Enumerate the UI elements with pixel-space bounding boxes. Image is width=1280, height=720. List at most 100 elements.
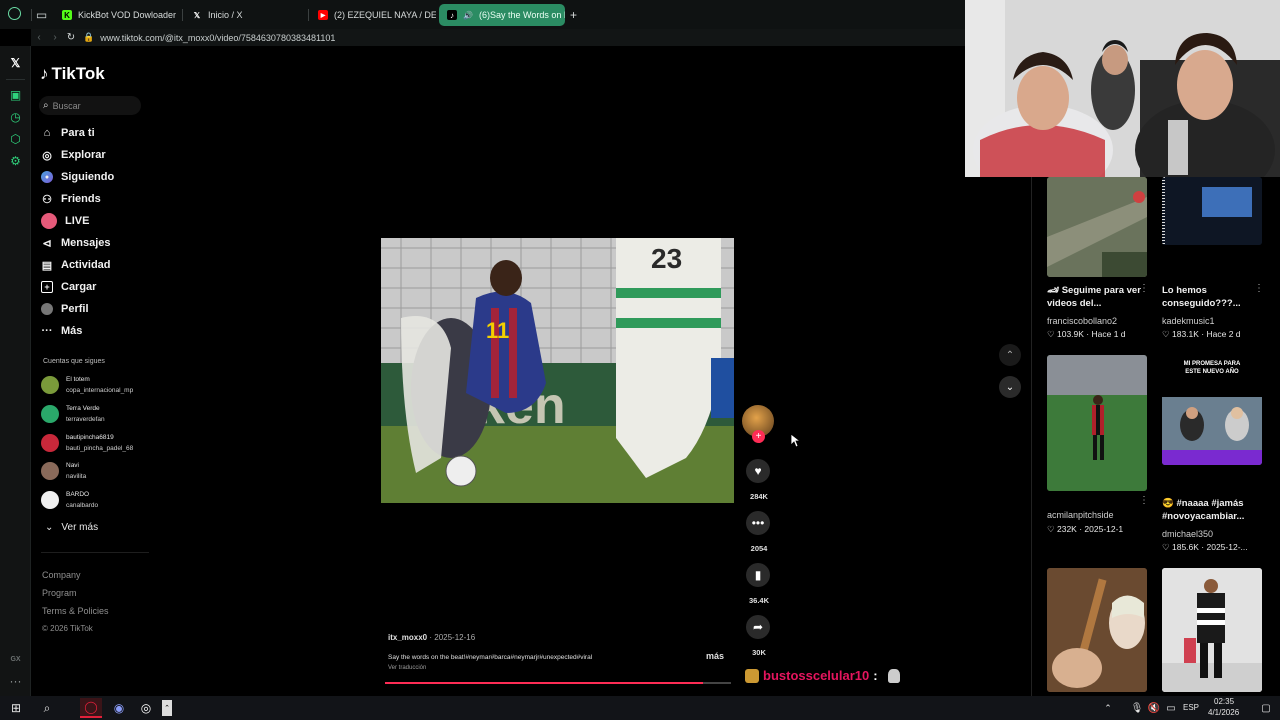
url-field[interactable]: www.tiktok.com/@itx_moxx0/video/75846307…: [100, 33, 335, 43]
rec-meta: ♡ 232K · 2025-12-1: [1047, 524, 1124, 534]
chevron-down-icon: ⌄: [1005, 381, 1015, 393]
tab-kickbot[interactable]: K KickBot VOD Dowloader: [54, 4, 180, 26]
nav-mas[interactable]: ··· Más: [41, 320, 114, 342]
share-button[interactable]: ➦: [746, 615, 770, 639]
pinboard-icon[interactable]: ▣: [8, 87, 23, 102]
footer-program-link[interactable]: Program: [42, 584, 109, 602]
microphone-icon[interactable]: 🎙: [1129, 700, 1145, 716]
caption-more-link[interactable]: más: [706, 651, 724, 661]
rec-video-thumb[interactable]: MI PROMESA PARA ESTE NUEVO AÑO: [1162, 355, 1262, 465]
extensions-icon[interactable]: ⬡: [8, 131, 23, 146]
see-more-button[interactable]: ⌄ Ver más: [45, 522, 98, 533]
rail-more-icon[interactable]: ···: [8, 673, 23, 688]
back-icon[interactable]: ‹: [31, 32, 47, 43]
opera-gx-taskbar-icon[interactable]: ◯: [80, 698, 102, 718]
next-video-button[interactable]: ⌄: [999, 376, 1021, 398]
home-icon: ⌂: [43, 127, 51, 139]
lock-icon[interactable]: 🔒: [83, 32, 94, 43]
chat-emote-icon: [887, 668, 900, 683]
rec-video-thumb[interactable]: [1162, 568, 1262, 692]
like-button[interactable]: ♥: [746, 459, 770, 483]
address-bar: ‹ › ↻ 🔒 www.tiktok.com/@itx_moxx0/video/…: [31, 29, 965, 46]
following-account[interactable]: BARDO canalbardo: [41, 488, 98, 512]
rec-options-icon[interactable]: ⋮: [1254, 283, 1264, 294]
rec-video-thumb[interactable]: [1047, 177, 1147, 277]
rec-title[interactable]: 😎 #naaaa #jamás #novoyacambiar...: [1162, 497, 1262, 523]
x-logo-icon: 𝕏: [193, 10, 201, 20]
tab-youtube[interactable]: ▶ (2) EZEQUIEL NAYA / DEL: [310, 4, 436, 26]
volume-icon[interactable]: 🔇: [1146, 700, 1162, 716]
nav-para-ti[interactable]: ⌂ Para ti: [41, 122, 114, 144]
tab-x-inicio[interactable]: 𝕏 Inicio / X: [184, 4, 306, 26]
translate-link[interactable]: Ver traducción: [388, 665, 426, 671]
rec-title[interactable]: Lo hemos conseguido???...: [1162, 284, 1267, 310]
nav-cargar[interactable]: + Cargar: [41, 276, 114, 298]
following-account[interactable]: Terra Verde terraverdefan: [41, 402, 105, 426]
webcam-image: [965, 0, 1280, 177]
rec-video-thumb[interactable]: [1162, 177, 1262, 245]
rec-video-thumb[interactable]: [1047, 355, 1147, 491]
nav-siguiendo[interactable]: ● Siguiendo: [41, 166, 114, 188]
clock-date[interactable]: 4/1/2026: [1208, 708, 1239, 717]
rec-author[interactable]: kadekmusic1: [1162, 316, 1215, 326]
x-sidebar-icon[interactable]: 𝕏: [8, 55, 23, 70]
rec-video-thumb[interactable]: [1047, 568, 1147, 692]
more-icon: ···: [41, 325, 53, 337]
opera-gx-logo-icon[interactable]: [8, 7, 21, 20]
tiktok-logo[interactable]: ♪ TikTok: [40, 64, 105, 84]
following-account[interactable]: El totem copa_internacional_mp: [41, 373, 133, 397]
tiktok-note-icon: ♪: [40, 64, 49, 83]
new-tab-button[interactable]: +: [566, 4, 584, 26]
nav-perfil[interactable]: Perfil: [41, 298, 114, 320]
youtube-icon: ▶: [318, 10, 328, 20]
windows-start-icon[interactable]: ⊞: [8, 700, 24, 716]
video-progress-bar[interactable]: [385, 682, 731, 684]
taskbar-overflow-icon[interactable]: ⌃: [162, 700, 172, 716]
footer-terms-link[interactable]: Terms & Policies: [42, 602, 109, 620]
rec-options-icon[interactable]: ⋮: [1139, 283, 1149, 294]
nav-actividad[interactable]: ▤ Actividad: [41, 254, 114, 276]
gx-corner-icon[interactable]: GX: [8, 652, 23, 667]
speaker-icon[interactable]: 🔊: [463, 10, 473, 20]
video-date: 2025-12-16: [434, 633, 476, 642]
tray-chevron-icon[interactable]: ⌃: [1100, 700, 1116, 716]
rec-title[interactable]: 🏎 Seguime para ver videos del...: [1047, 284, 1152, 310]
previous-video-button[interactable]: ⌃: [999, 344, 1021, 366]
reload-icon[interactable]: ↻: [63, 32, 79, 43]
chevron-up-icon: ⌃: [1005, 349, 1015, 361]
search-input[interactable]: ⌕ Buscar: [39, 96, 141, 115]
footer-company-link[interactable]: Company: [42, 566, 109, 584]
network-icon[interactable]: ▭: [1163, 700, 1179, 716]
video-player[interactable]: ken 11 23: [381, 238, 734, 503]
compass-icon: ◎: [42, 149, 52, 162]
clock-time[interactable]: 02:35: [1214, 697, 1234, 706]
notifications-icon[interactable]: ▢: [1258, 700, 1274, 716]
history-icon[interactable]: ◷: [8, 109, 23, 124]
nav-explorar[interactable]: ◎ Explorar: [41, 144, 114, 166]
rec-author[interactable]: dmichael350: [1162, 529, 1213, 539]
kickbot-icon: K: [62, 10, 72, 20]
rec-author[interactable]: franciscobollano2: [1047, 316, 1117, 326]
rec-author[interactable]: acmilanpitchside: [1047, 510, 1114, 520]
obs-icon[interactable]: ◎: [138, 700, 154, 716]
following-account[interactable]: bautipincha6819 bauti_pincha_padel_68: [41, 431, 133, 455]
nav-mensajes[interactable]: ⊲ Mensajes: [41, 232, 114, 254]
save-button[interactable]: ▮: [746, 563, 770, 587]
nav-friends[interactable]: ⚇ Friends: [41, 188, 114, 210]
avatar: [41, 434, 59, 452]
follow-plus-button[interactable]: +: [752, 430, 765, 443]
settings-icon[interactable]: ⚙: [8, 153, 23, 168]
tab-tiktok-active[interactable]: ♪ 🔊 (6)Say the Words on B: [439, 4, 565, 26]
tab-workspace-icon[interactable]: ▭: [34, 7, 49, 22]
footer-links: Company Program Terms & Policies © 2026 …: [42, 566, 109, 638]
discord-icon[interactable]: ◉: [111, 700, 127, 716]
opera-sidebar: 𝕏 ▣ ◷ ⬡ ⚙ GX ···: [0, 46, 31, 696]
following-account[interactable]: Navi navilita: [41, 459, 86, 483]
taskbar-search-icon[interactable]: ⌕: [39, 700, 55, 716]
nav-live[interactable]: LIVE: [41, 210, 114, 232]
forward-icon[interactable]: ›: [47, 32, 63, 43]
video-author[interactable]: itx_moxx0 · 2025-12-16: [388, 633, 475, 642]
language-indicator[interactable]: ESP: [1183, 703, 1199, 712]
rec-options-icon[interactable]: ⋮: [1139, 495, 1149, 506]
comment-button[interactable]: •••: [746, 511, 770, 535]
